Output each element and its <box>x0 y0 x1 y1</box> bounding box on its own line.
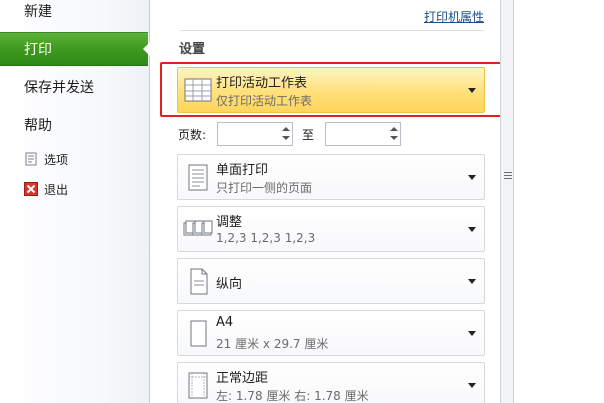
collate-title: 调整 <box>216 215 243 230</box>
margins-dropdown[interactable]: 正常边距 左: 1.78 厘米 右: 1.78 厘米 <box>177 362 485 403</box>
chevron-down-icon <box>468 279 476 284</box>
nav-item-options[interactable]: 选项 <box>0 145 148 175</box>
collate-subtitle: 1,2,3 1,2,3 1,2,3 <box>216 231 316 245</box>
spin-down-icon[interactable] <box>390 136 398 140</box>
spin-down-icon[interactable] <box>282 136 290 140</box>
margins-subtitle: 左: 1.78 厘米 右: 1.78 厘米 <box>216 389 369 403</box>
collate-dropdown[interactable]: 调整 1,2,3 1,2,3 1,2,3 <box>177 206 485 252</box>
chevron-down-icon <box>468 331 476 336</box>
chevron-down-icon <box>468 383 476 388</box>
printer-properties-link[interactable]: 打印机属性 <box>424 8 484 25</box>
margins-title: 正常边距 <box>216 371 269 386</box>
nav-item-exit[interactable]: 退出 <box>0 175 148 205</box>
sides-dropdown[interactable]: 单面打印 只打印一侧的页面 <box>177 154 485 200</box>
highlight-outline <box>160 62 502 117</box>
panel-splitter[interactable] <box>500 0 514 403</box>
spin-up-icon[interactable] <box>282 127 290 131</box>
nav-item-new[interactable]: 新建 <box>0 0 148 27</box>
grip-icon <box>504 172 512 180</box>
nav-item-help[interactable]: 帮助 <box>0 111 148 141</box>
pages-label: 页数: <box>178 128 207 142</box>
collate-icon <box>183 220 213 236</box>
divider <box>180 30 484 31</box>
sides-title: 单面打印 <box>216 163 269 178</box>
print-preview-area <box>514 0 604 403</box>
spinner-arrows[interactable] <box>280 123 292 145</box>
pages-from-input[interactable] <box>217 122 293 146</box>
margins-icon <box>188 372 208 399</box>
chevron-down-icon <box>468 175 476 180</box>
orientation-title: 纵向 <box>216 277 243 292</box>
orientation-dropdown[interactable]: 纵向 <box>177 258 485 304</box>
paper-size-subtitle: 21 厘米 x 29.7 厘米 <box>216 337 329 351</box>
nav-item-save-send[interactable]: 保存并发送 <box>0 73 148 103</box>
paper-size-icon <box>190 320 207 347</box>
single-sided-icon <box>188 164 208 191</box>
paper-size-title: A4 <box>216 315 234 330</box>
to-label: 至 <box>302 128 315 142</box>
portrait-icon <box>190 268 208 295</box>
print-settings-panel: 打印机属性 设置 打印活动工作表 仅打印活动工作表 页数: 至 单面打印 只打印… <box>150 0 500 403</box>
spin-up-icon[interactable] <box>390 127 398 131</box>
nav-item-print[interactable]: 打印 <box>0 32 148 66</box>
spinner-arrows[interactable] <box>388 123 400 145</box>
paper-size-dropdown[interactable]: A4 21 厘米 x 29.7 厘米 <box>177 310 485 356</box>
settings-title: 设置 <box>179 42 206 57</box>
backstage-nav: 新建 打印 保存并发送 帮助 选项 退出 <box>0 0 150 403</box>
chevron-down-icon <box>468 227 476 232</box>
sides-subtitle: 只打印一侧的页面 <box>216 181 313 195</box>
pages-to-input[interactable] <box>325 122 401 146</box>
